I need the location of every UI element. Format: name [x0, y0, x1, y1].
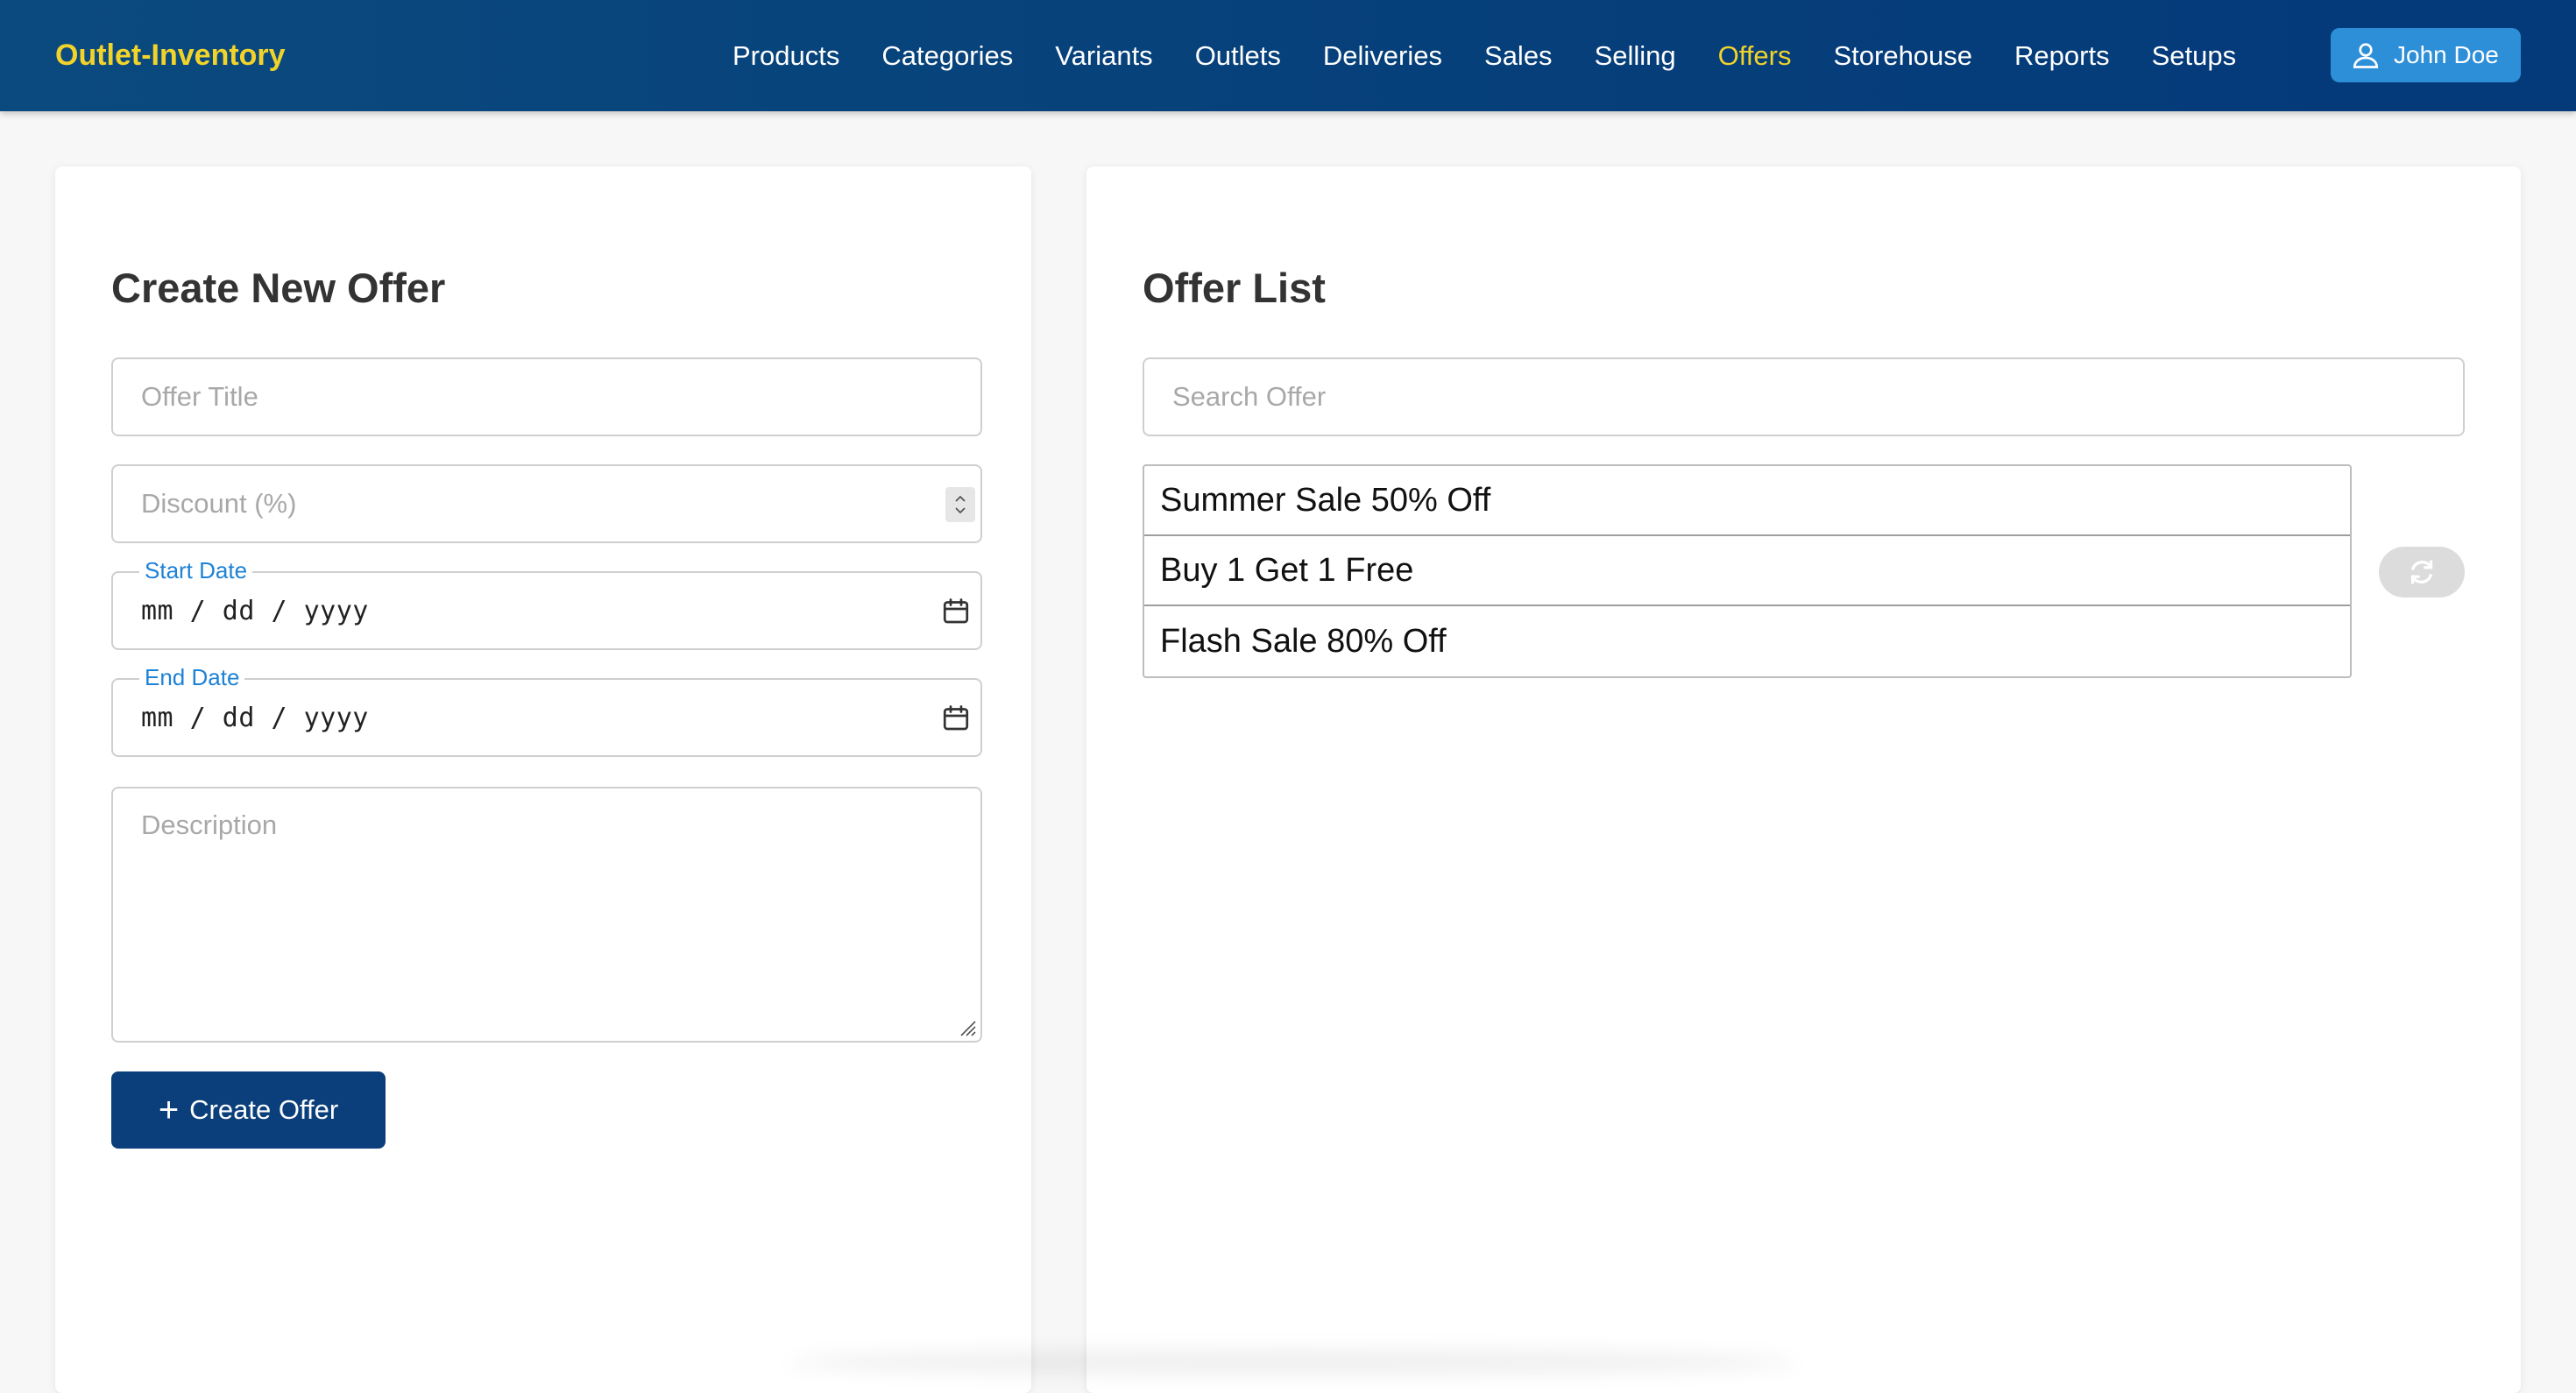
nav-offers[interactable]: Offers: [1718, 36, 1792, 76]
start-date-field[interactable]: Start Date mm / dd / yyyy: [111, 557, 982, 650]
refresh-button[interactable]: [2379, 547, 2465, 598]
top-navbar: Outlet-Inventory Products Categories Var…: [0, 0, 2576, 111]
nav-reports[interactable]: Reports: [2014, 36, 2110, 76]
offer-list-item[interactable]: Summer Sale 50% Off: [1144, 466, 2350, 536]
search-offer-field[interactable]: [1143, 357, 2465, 436]
offer-list-title: Offer List: [1143, 265, 1326, 311]
end-date-field[interactable]: End Date mm / dd / yyyy: [111, 664, 982, 757]
bottom-shadow: [789, 1349, 1796, 1375]
brand-logo[interactable]: Outlet-Inventory: [55, 36, 286, 74]
end-date-label: End Date: [139, 664, 245, 690]
nav-storehouse[interactable]: Storehouse: [1833, 36, 1972, 76]
create-offer-button[interactable]: + Create Offer: [111, 1071, 386, 1149]
nav-variants[interactable]: Variants: [1055, 36, 1152, 76]
description-field[interactable]: [111, 787, 982, 1043]
search-offer-input[interactable]: [1144, 359, 2463, 435]
calendar-icon[interactable]: [940, 596, 972, 627]
nav-deliveries[interactable]: Deliveries: [1323, 36, 1442, 76]
stepper-arrows-icon: [955, 495, 966, 514]
discount-stepper[interactable]: [945, 487, 975, 522]
create-offer-label: Create Offer: [189, 1094, 339, 1125]
create-offer-card: Create New Offer Start Date mm / dd / yy…: [55, 166, 1031, 1393]
end-date-input[interactable]: mm / dd / yyyy: [141, 701, 369, 736]
offer-list-item[interactable]: Buy 1 Get 1 Free: [1144, 536, 2350, 606]
user-menu-button[interactable]: John Doe: [2331, 28, 2521, 82]
discount-field[interactable]: [111, 464, 982, 543]
main-nav: Products Categories Variants Outlets Del…: [732, 36, 2278, 76]
create-offer-title: Create New Offer: [111, 265, 446, 311]
offer-list-item[interactable]: Flash Sale 80% Off: [1144, 606, 2350, 676]
nav-categories[interactable]: Categories: [881, 36, 1013, 76]
refresh-icon: [2410, 560, 2433, 584]
nav-selling[interactable]: Selling: [1595, 36, 1676, 76]
start-date-label: Start Date: [139, 557, 253, 583]
offer-title-input[interactable]: [113, 359, 980, 435]
plus-icon: +: [158, 1091, 180, 1129]
user-name: John Doe: [2394, 41, 2499, 68]
calendar-icon[interactable]: [940, 703, 972, 734]
nav-sales[interactable]: Sales: [1484, 36, 1553, 76]
start-date-input[interactable]: mm / dd / yyyy: [141, 594, 369, 629]
nav-outlets[interactable]: Outlets: [1195, 36, 1281, 76]
nav-products[interactable]: Products: [732, 36, 839, 76]
discount-input[interactable]: [113, 466, 980, 541]
offer-title-field[interactable]: [111, 357, 982, 436]
offer-list-card: Offer List Summer Sale 50% Off Buy 1 Get…: [1086, 166, 2521, 1393]
offer-list: Summer Sale 50% Off Buy 1 Get 1 Free Fla…: [1143, 464, 2352, 678]
resize-handle-icon[interactable]: [956, 1016, 977, 1037]
user-icon: [2350, 39, 2381, 71]
nav-setups[interactable]: Setups: [2152, 36, 2237, 76]
description-textarea[interactable]: [113, 788, 980, 1041]
